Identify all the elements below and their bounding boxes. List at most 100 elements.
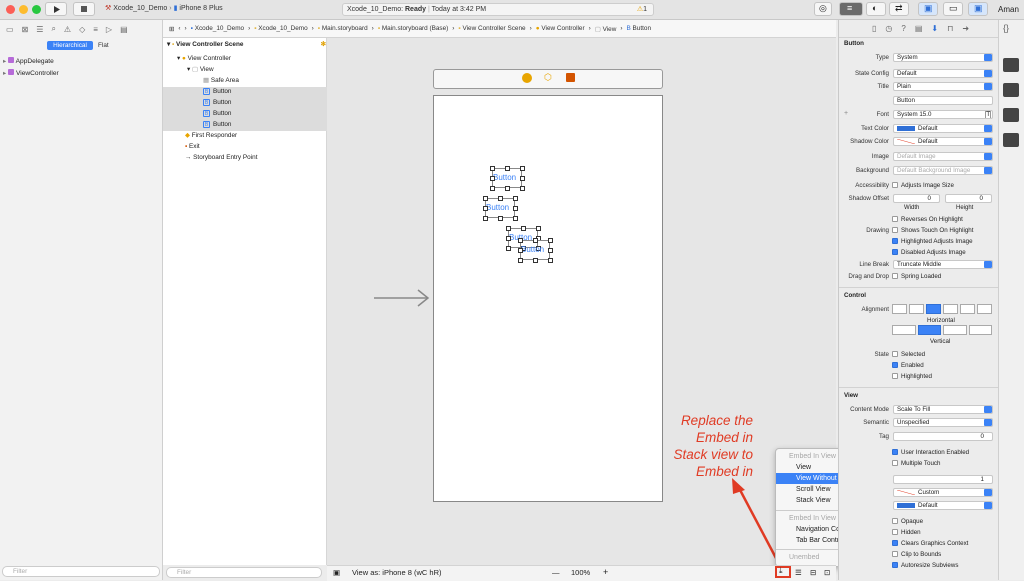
view-as-label[interactable]: View as: iPhone 8 (wC hR) [352, 568, 441, 577]
minimize-window-button[interactable] [19, 5, 28, 14]
resize-handle[interactable] [482, 205, 488, 211]
font-picker-icon[interactable]: T [985, 111, 991, 118]
warning-badge[interactable]: ⚠1 [637, 4, 647, 15]
multiple-touch-checkbox[interactable] [892, 460, 898, 466]
disabled-adjusts-checkbox[interactable] [892, 249, 898, 255]
disclosure-triangle-icon[interactable]: ▸ [3, 70, 6, 77]
alpha-field[interactable]: 1 [893, 475, 993, 484]
clip-to-bounds-checkbox[interactable] [892, 551, 898, 557]
enabled-checkbox[interactable] [892, 362, 898, 368]
related-items-icon[interactable]: ⊞ [169, 25, 174, 33]
resize-handle[interactable] [512, 195, 518, 201]
align-bottom-icon[interactable] [943, 325, 967, 335]
library-button[interactable]: ◎ [814, 2, 832, 16]
font-field[interactable]: System 15.0 T [893, 110, 993, 119]
line-break-popup[interactable]: Truncate Middle [893, 260, 993, 269]
title-text-field[interactable]: Button [893, 96, 993, 105]
tint-popup[interactable]: Custom [893, 488, 993, 497]
code-snippet-icon[interactable]: {} [1003, 23, 1009, 33]
resize-handle[interactable] [547, 247, 553, 253]
history-icon[interactable]: ◷ [885, 24, 892, 33]
align-fill-vertical-icon[interactable] [968, 325, 992, 335]
resize-handle[interactable] [519, 185, 525, 191]
shadow-width-field[interactable]: 0 [893, 194, 940, 203]
toggle-navigator-button[interactable]: ▣ [918, 2, 938, 16]
resize-handle[interactable] [517, 257, 523, 263]
align-left-icon[interactable] [892, 304, 907, 314]
toggle-utilities-button[interactable]: ▣ [968, 2, 988, 16]
list-item[interactable]: ▸ ViewController [3, 69, 59, 77]
identity-inspector-icon[interactable]: ▤ [915, 24, 923, 33]
title-type-popup[interactable]: Plain [893, 82, 993, 91]
tag-field[interactable]: 0 [893, 432, 993, 441]
canvas-button[interactable]: Button [489, 165, 525, 191]
breadcrumb-item[interactable]: ▪ Xcode_10_Demo [254, 25, 307, 32]
close-window-button[interactable] [6, 5, 15, 14]
background-combo[interactable]: Default Background Image [893, 166, 993, 175]
help-icon[interactable]: ? [901, 24, 905, 33]
spring-loaded-checkbox[interactable] [892, 273, 898, 279]
library-item-icon[interactable] [1003, 133, 1019, 147]
text-color-popup[interactable]: Default [893, 124, 993, 133]
issue-icon[interactable]: ⚠ [64, 25, 71, 34]
add-variation-icon[interactable]: + [844, 110, 848, 117]
outline-row-entry-point[interactable]: → Storyboard Entry Point [163, 153, 348, 164]
outline-row-view-controller[interactable]: ▾ ● View Controller [163, 54, 340, 65]
library-item-icon[interactable] [1003, 108, 1019, 122]
stop-button[interactable] [73, 2, 95, 16]
debug-icon[interactable]: ≡ [93, 25, 98, 34]
storyboard-canvas[interactable]: ⬡ Button Button Button Button Replace th… [327, 38, 897, 567]
outline-row-view[interactable]: ▾ ▢ View [163, 65, 350, 76]
source-control-icon[interactable]: ⊠ [22, 25, 29, 34]
canvas-button[interactable]: Button [482, 195, 518, 221]
breadcrumb-item[interactable]: ▪ Main.storyboard (Base) [378, 25, 448, 32]
resize-handle[interactable] [504, 185, 510, 191]
resize-handle[interactable] [505, 235, 511, 241]
back-icon[interactable]: ‹ [178, 25, 180, 32]
adjusts-image-size-checkbox[interactable] [892, 182, 898, 188]
resize-handle[interactable] [489, 175, 495, 181]
forward-icon[interactable]: › [185, 25, 187, 32]
exit-icon[interactable] [566, 73, 575, 82]
pin-icon[interactable]: ⊡ [824, 568, 830, 577]
library-item-icon[interactable] [1003, 83, 1019, 97]
library-item-icon[interactable] [1003, 58, 1019, 72]
highlighted-checkbox[interactable] [892, 373, 898, 379]
stack-icon[interactable]: ☰ [795, 568, 802, 577]
hidden-checkbox[interactable] [892, 529, 898, 535]
align-top-icon[interactable] [892, 325, 916, 335]
resize-handle[interactable] [512, 215, 518, 221]
resize-handle[interactable] [532, 257, 538, 263]
outline-row-scene[interactable]: ▾ ▪ View Controller Scene ✻ [163, 40, 330, 51]
align-icon[interactable]: ⊟ [810, 568, 816, 577]
tab-hierarchical[interactable]: Hierarchical [47, 41, 93, 50]
resize-handle[interactable] [505, 245, 511, 251]
standard-editor-button[interactable]: ≡ [839, 2, 863, 16]
state-config-popup[interactable]: Default [893, 69, 993, 78]
connections-inspector-icon[interactable]: ➜ [962, 24, 969, 33]
align-right-icon[interactable] [943, 304, 958, 314]
test-icon[interactable]: ◇ [79, 25, 85, 34]
resize-handle[interactable] [547, 257, 553, 263]
resize-handle[interactable] [482, 215, 488, 221]
type-popup[interactable]: System [893, 53, 993, 62]
resize-handle[interactable] [512, 205, 518, 211]
opaque-checkbox[interactable] [892, 518, 898, 524]
resize-handle[interactable] [497, 195, 503, 201]
clears-context-checkbox[interactable] [892, 540, 898, 546]
resize-handle[interactable] [505, 225, 511, 231]
resize-handle[interactable] [482, 195, 488, 201]
search-icon[interactable]: ⌕ [51, 24, 55, 34]
outline-toggle-icon[interactable]: ▣ [333, 568, 340, 577]
resize-handle[interactable] [497, 215, 503, 221]
attributes-inspector-icon[interactable]: ⬇ [931, 24, 938, 33]
breadcrumb-item[interactable]: ▪ Main.storyboard [318, 25, 368, 32]
zoom-out-button[interactable]: — [552, 568, 560, 577]
shows-touch-checkbox[interactable] [892, 227, 898, 233]
resize-handle[interactable] [504, 165, 510, 171]
shadow-height-field[interactable]: 0 [945, 194, 992, 203]
resize-handle[interactable] [532, 237, 538, 243]
outline-row-exit[interactable]: ▪ Exit [163, 142, 348, 153]
semantic-popup[interactable]: Unspecified [893, 418, 993, 427]
list-item[interactable]: ▸ AppDelegate [3, 57, 54, 65]
